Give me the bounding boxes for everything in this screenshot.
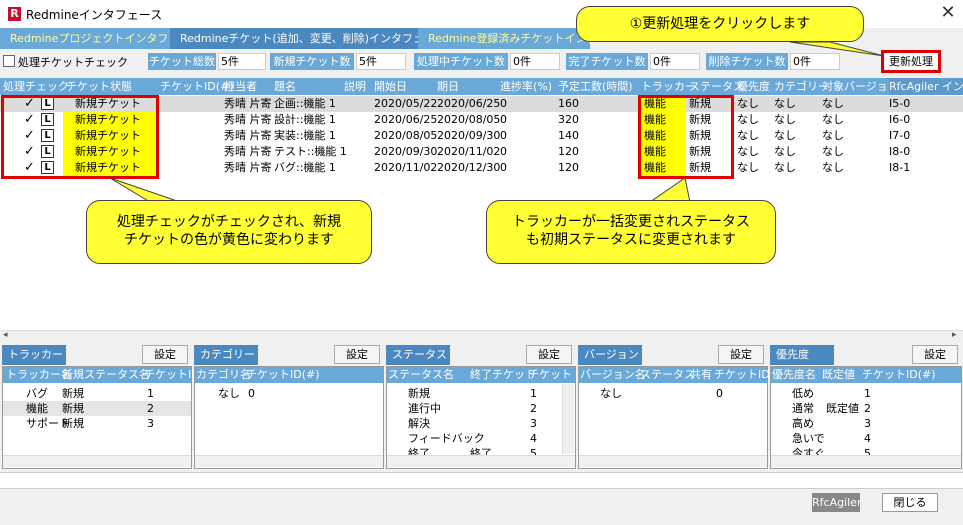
close-button[interactable]: 閉じる: [882, 493, 938, 512]
status-settings-button[interactable]: 設定: [526, 345, 572, 364]
tracker-cell[interactable]: 1: [147, 386, 154, 401]
status-cell[interactable]: 2: [530, 401, 537, 416]
priority-col-header[interactable]: チケットID(#): [862, 367, 936, 383]
scroll-left-icon[interactable]: ◂: [3, 330, 8, 340]
callout-pointers: [109, 41, 885, 203]
status-cell[interactable]: 新規: [408, 386, 430, 401]
version-cell[interactable]: なし: [600, 386, 622, 401]
priority-cell[interactable]: 2: [864, 401, 871, 416]
tracker-settings-button[interactable]: 設定: [142, 345, 188, 364]
priority-cell[interactable]: 低め: [792, 386, 814, 401]
callout-check-and-color: 処理チェックがチェックされ、新規 チケットの色が黄色に変わります: [86, 200, 372, 264]
status-cell[interactable]: 1: [530, 386, 537, 401]
category-cell[interactable]: 0: [248, 386, 255, 401]
version-cell[interactable]: 0: [716, 386, 723, 401]
version-col-header[interactable]: ステータス: [640, 367, 695, 383]
category-col-header[interactable]: カテゴリ名: [196, 367, 251, 383]
panel-tab-tracker[interactable]: トラッカー: [2, 345, 66, 365]
status-cell[interactable]: 4: [530, 431, 537, 446]
scroll-right-icon[interactable]: ▸: [952, 330, 957, 340]
status-col-header[interactable]: ステータス名: [388, 367, 454, 383]
status-bar: [0, 472, 963, 489]
priority-cell[interactable]: 急いで: [792, 431, 825, 446]
status-cell[interactable]: 進行中: [408, 401, 441, 416]
priority-col-header[interactable]: 既定値: [822, 367, 855, 383]
tracker-horizontal-scrollbar[interactable]: [3, 455, 191, 467]
version-col-header[interactable]: 共有: [690, 367, 712, 383]
status-col-header[interactable]: チケット: [528, 367, 572, 383]
category-cell[interactable]: なし: [218, 386, 240, 401]
panel-tab-version[interactable]: バージョン: [578, 345, 642, 365]
status-horizontal-scrollbar[interactable]: [387, 455, 575, 467]
category-horizontal-scrollbar[interactable]: [195, 455, 383, 467]
status-cell[interactable]: 解決: [408, 416, 430, 431]
priority-cell[interactable]: 4: [864, 431, 871, 446]
tracker-col-header[interactable]: 新規ステータス名: [62, 367, 150, 383]
status-cell[interactable]: フィードバック: [408, 431, 485, 446]
rfcagiler-button[interactable]: RfcAgiler: [812, 493, 861, 512]
priority-col-header[interactable]: 優先度名: [772, 367, 816, 383]
priority-cell[interactable]: 既定値: [826, 401, 859, 416]
category-settings-button[interactable]: 設定: [334, 345, 380, 364]
priority-cell[interactable]: 1: [864, 386, 871, 401]
tracker-cell[interactable]: 2: [147, 401, 154, 416]
priority-cell[interactable]: 通常: [792, 401, 814, 416]
tracker-cell[interactable]: 新規: [62, 416, 84, 431]
priority-horizontal-scrollbar[interactable]: [771, 455, 961, 467]
grid-horizontal-scrollbar[interactable]: [0, 330, 963, 342]
tracker-cell[interactable]: 3: [147, 416, 154, 431]
callout-click-update: ①更新処理をクリックします: [576, 6, 864, 42]
panel-tab-priority[interactable]: 優先度: [770, 345, 834, 365]
tracker-cell[interactable]: 新規: [62, 386, 84, 401]
tracker-cell[interactable]: 新規: [62, 401, 84, 416]
panel-tab-category[interactable]: カテゴリー: [194, 345, 258, 365]
panel-tab-status[interactable]: ステータス: [386, 345, 450, 365]
category-col-header[interactable]: チケットID(#): [246, 367, 320, 383]
priority-cell[interactable]: 高め: [792, 416, 814, 431]
priority-cell[interactable]: 3: [864, 416, 871, 431]
version-horizontal-scrollbar[interactable]: [579, 455, 767, 467]
tracker-cell[interactable]: バグ: [26, 386, 48, 401]
status-cell[interactable]: 3: [530, 416, 537, 431]
priority-settings-button[interactable]: 設定: [912, 345, 958, 364]
status-col-header[interactable]: 終了チケット: [470, 367, 536, 383]
callout-tracker-status-change: トラッカーが一括変更されステータス も初期ステータスに変更されます: [486, 200, 776, 264]
version-col-header[interactable]: バージョン名: [580, 367, 646, 383]
version-settings-button[interactable]: 設定: [718, 345, 764, 364]
tracker-cell[interactable]: 機能: [26, 401, 48, 416]
status-vertical-scrollbar[interactable]: [562, 384, 574, 454]
